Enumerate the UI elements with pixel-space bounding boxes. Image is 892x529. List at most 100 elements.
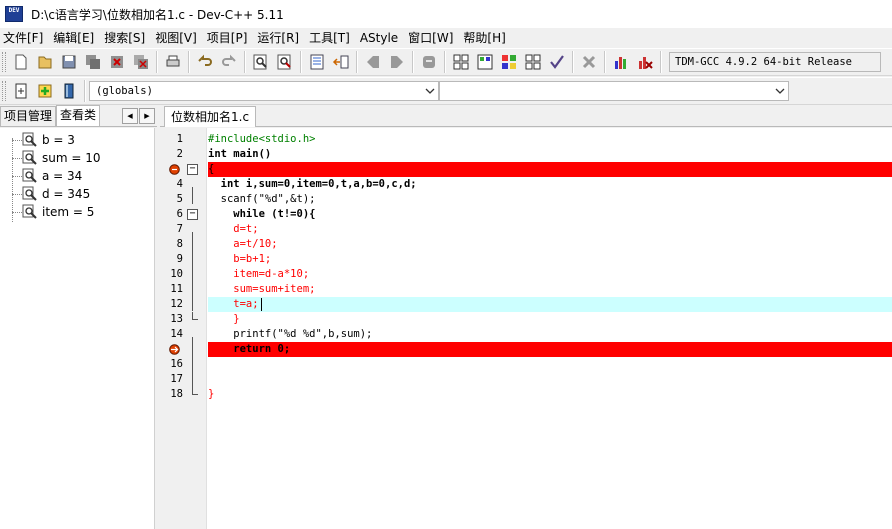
member-combobox[interactable] xyxy=(439,81,789,101)
toolbar-grip[interactable] xyxy=(2,81,6,101)
compile-run-button[interactable] xyxy=(498,51,520,73)
run-button[interactable] xyxy=(474,51,496,73)
code-line[interactable]: 5 scanf("%d",&t); xyxy=(160,192,892,207)
code-line[interactable]: 16 xyxy=(160,357,892,372)
print-button[interactable] xyxy=(162,51,184,73)
menu-edit[interactable]: 编辑[E] xyxy=(50,28,101,48)
code-text[interactable]: int i,sum=0,item=0,t,a,b=0,c,d; xyxy=(208,177,892,192)
unindent-button[interactable] xyxy=(330,51,352,73)
code-line-current[interactable]: 12 t=a; xyxy=(160,297,892,312)
menu-view[interactable]: 视图[V] xyxy=(152,28,204,48)
code-text[interactable]: } xyxy=(208,312,892,327)
code-line[interactable]: 1 #include<stdio.h> xyxy=(160,132,892,147)
code-editor[interactable]: 1 #include<stdio.h> 2 int main() 3 − { 4… xyxy=(160,128,892,529)
add-to-project-button[interactable] xyxy=(34,80,56,102)
scroll-left-button[interactable]: ◀ xyxy=(122,108,138,124)
compiler-selector[interactable]: TDM-GCC 4.9.2 64-bit Release xyxy=(669,52,881,72)
line-number: 2 xyxy=(176,148,183,160)
code-text[interactable]: item=d-a*10; xyxy=(208,267,892,282)
delete-profile-button[interactable] xyxy=(634,51,656,73)
code-text[interactable]: sum=sum+item; xyxy=(208,282,892,297)
open-file-button[interactable] xyxy=(34,51,56,73)
watch-item[interactable]: b = 3 xyxy=(0,131,154,149)
watch-label: a = 34 xyxy=(42,169,83,183)
code-text[interactable] xyxy=(208,357,892,372)
code-line[interactable]: 17 xyxy=(160,372,892,387)
fold-toggle-button[interactable]: − xyxy=(187,164,198,175)
code-text[interactable]: } xyxy=(208,387,892,402)
close-file-button[interactable] xyxy=(106,51,128,73)
tab-source-file[interactable]: 位数相加名1.c xyxy=(164,106,257,127)
project-options-button[interactable] xyxy=(58,80,80,102)
compile-button[interactable] xyxy=(450,51,472,73)
code-text[interactable]: while (t!=0){ xyxy=(208,207,892,222)
undo-button[interactable] xyxy=(194,51,216,73)
fold-toggle-button[interactable]: − xyxy=(187,209,198,220)
code-text[interactable]: { xyxy=(208,162,892,177)
code-line-breakpoint[interactable]: 3 − { xyxy=(160,162,892,177)
code-text[interactable]: return 0; xyxy=(208,342,892,357)
goto-prev-button[interactable] xyxy=(362,51,384,73)
menu-execute[interactable]: 运行[R] xyxy=(254,28,306,48)
save-button[interactable] xyxy=(58,51,80,73)
code-text[interactable]: scanf("%d",&t); xyxy=(208,192,892,207)
breakpoint-arrow-icon[interactable] xyxy=(169,344,180,355)
code-line[interactable]: 11 sum=sum+item; xyxy=(160,282,892,297)
watch-item[interactable]: d = 345 xyxy=(0,185,154,203)
stop-execution-button[interactable] xyxy=(578,51,600,73)
close-all-button[interactable] xyxy=(130,51,152,73)
chevron-down-icon[interactable] xyxy=(772,88,788,94)
title-bar: DEV D:\c语言学习\位数相加名1.c - Dev-C++ 5.11 xyxy=(0,0,892,28)
scope-combobox[interactable]: (globals) xyxy=(89,81,439,101)
menu-help[interactable]: 帮助[H] xyxy=(460,28,512,48)
goto-next-button[interactable] xyxy=(386,51,408,73)
menu-search[interactable]: 搜索[S] xyxy=(101,28,152,48)
tab-class-browser[interactable]: 查看类 xyxy=(56,105,101,126)
code-line[interactable]: 8 a=t/10; xyxy=(160,237,892,252)
save-all-button[interactable] xyxy=(82,51,104,73)
scroll-right-button[interactable]: ▶ xyxy=(139,108,155,124)
menu-astyle[interactable]: AStyle xyxy=(357,28,405,48)
code-line[interactable]: 13 } xyxy=(160,312,892,327)
menu-project[interactable]: 项目[P] xyxy=(204,28,255,48)
menu-window[interactable]: 窗口[W] xyxy=(405,28,460,48)
code-line-breakpoint[interactable]: 15 return 0; xyxy=(160,342,892,357)
code-text[interactable]: a=t/10; xyxy=(208,237,892,252)
code-text[interactable]: int main() xyxy=(208,147,892,162)
new-file-button[interactable] xyxy=(10,51,32,73)
code-line[interactable]: 10 item=d-a*10; xyxy=(160,267,892,282)
find-button[interactable] xyxy=(250,51,272,73)
code-line[interactable]: 4 int i,sum=0,item=0,t,a,b=0,c,d; xyxy=(160,177,892,192)
watch-magnifier-icon xyxy=(22,168,37,183)
watch-item[interactable]: sum = 10 xyxy=(0,149,154,167)
rebuild-button[interactable] xyxy=(522,51,544,73)
comment-button[interactable] xyxy=(418,51,440,73)
code-text[interactable]: #include<stdio.h> xyxy=(208,132,892,147)
breakpoint-icon[interactable] xyxy=(169,164,180,175)
tab-project-manager[interactable]: 项目管理 xyxy=(0,106,57,126)
code-line[interactable]: 9 b=b+1; xyxy=(160,252,892,267)
watch-item[interactable]: item = 5 xyxy=(0,203,154,221)
replace-button[interactable] xyxy=(274,51,296,73)
syntax-check-button[interactable] xyxy=(546,51,568,73)
code-line[interactable]: 7 d=t; xyxy=(160,222,892,237)
compile-grid-icon xyxy=(453,54,469,70)
watch-item[interactable]: a = 34 xyxy=(0,167,154,185)
code-text[interactable] xyxy=(208,372,892,387)
code-line[interactable]: 18 } xyxy=(160,387,892,402)
redo-button[interactable] xyxy=(218,51,240,73)
code-text[interactable]: b=b+1; xyxy=(208,252,892,267)
code-line[interactable]: 6 − while (t!=0){ xyxy=(160,207,892,222)
new-project-button[interactable] xyxy=(10,80,32,102)
toolbar-grip[interactable] xyxy=(2,52,6,72)
code-line[interactable]: 14 printf("%d %d",b,sum); xyxy=(160,327,892,342)
menu-tools[interactable]: 工具[T] xyxy=(306,28,357,48)
indent-button[interactable] xyxy=(306,51,328,73)
profile-button[interactable] xyxy=(610,51,632,73)
code-line[interactable]: 2 int main() xyxy=(160,147,892,162)
code-text[interactable]: printf("%d %d",b,sum); xyxy=(208,327,892,342)
code-text[interactable]: d=t; xyxy=(208,222,892,237)
menu-file[interactable]: 文件[F] xyxy=(0,28,50,48)
code-text-current[interactable]: t=a; xyxy=(208,297,892,312)
chevron-down-icon[interactable] xyxy=(422,88,438,94)
